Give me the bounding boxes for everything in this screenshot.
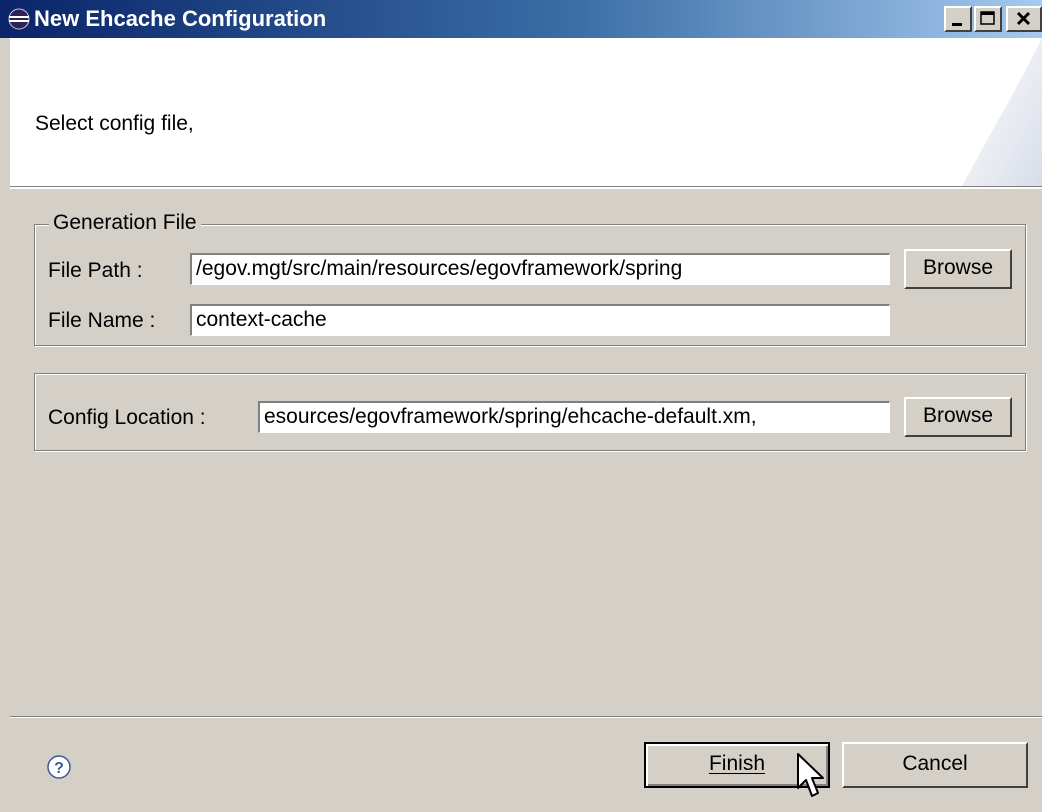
close-button[interactable] — [1006, 6, 1042, 32]
wizard-banner: Select config file, — [10, 38, 1042, 187]
eclipse-icon — [8, 8, 30, 30]
window-frame — [0, 38, 10, 812]
minimize-button[interactable] — [944, 6, 972, 32]
banner-separator — [10, 187, 1042, 189]
config-location-input[interactable]: esources/egovframework/spring/ehcache-de… — [258, 401, 890, 433]
window-title: New Ehcache Configuration — [34, 6, 327, 31]
file-path-browse-button[interactable]: Browse — [904, 249, 1012, 289]
mouse-cursor-icon — [797, 753, 824, 797]
banner-graphic — [962, 38, 1042, 186]
maximize-button[interactable] — [974, 6, 1002, 32]
file-path-input[interactable]: /egov.mgt/src/main/resources/egovframewo… — [190, 253, 890, 285]
file-path-label: File Path : — [48, 259, 143, 282]
config-location-label: Config Location : — [48, 406, 206, 429]
close-icon — [1016, 11, 1031, 26]
cancel-button[interactable]: Cancel — [842, 742, 1028, 788]
maximize-icon — [980, 11, 995, 25]
file-name-input[interactable]: context-cache — [190, 304, 890, 336]
banner-message: Select config file, — [35, 112, 194, 135]
minimize-icon — [952, 23, 962, 26]
svg-text:?: ? — [54, 760, 64, 777]
help-icon[interactable]: ? — [46, 754, 72, 780]
config-location-browse-button[interactable]: Browse — [904, 397, 1012, 437]
title-bar[interactable]: New Ehcache Configuration — [0, 0, 1042, 38]
footer-separator-highlight — [10, 717, 1042, 718]
generation-file-legend: Generation File — [49, 210, 201, 236]
file-name-label: File Name : — [48, 309, 156, 332]
finish-label: Finish — [708, 752, 766, 775]
dialog-window: New Ehcache Configuration Select config … — [0, 0, 1042, 812]
